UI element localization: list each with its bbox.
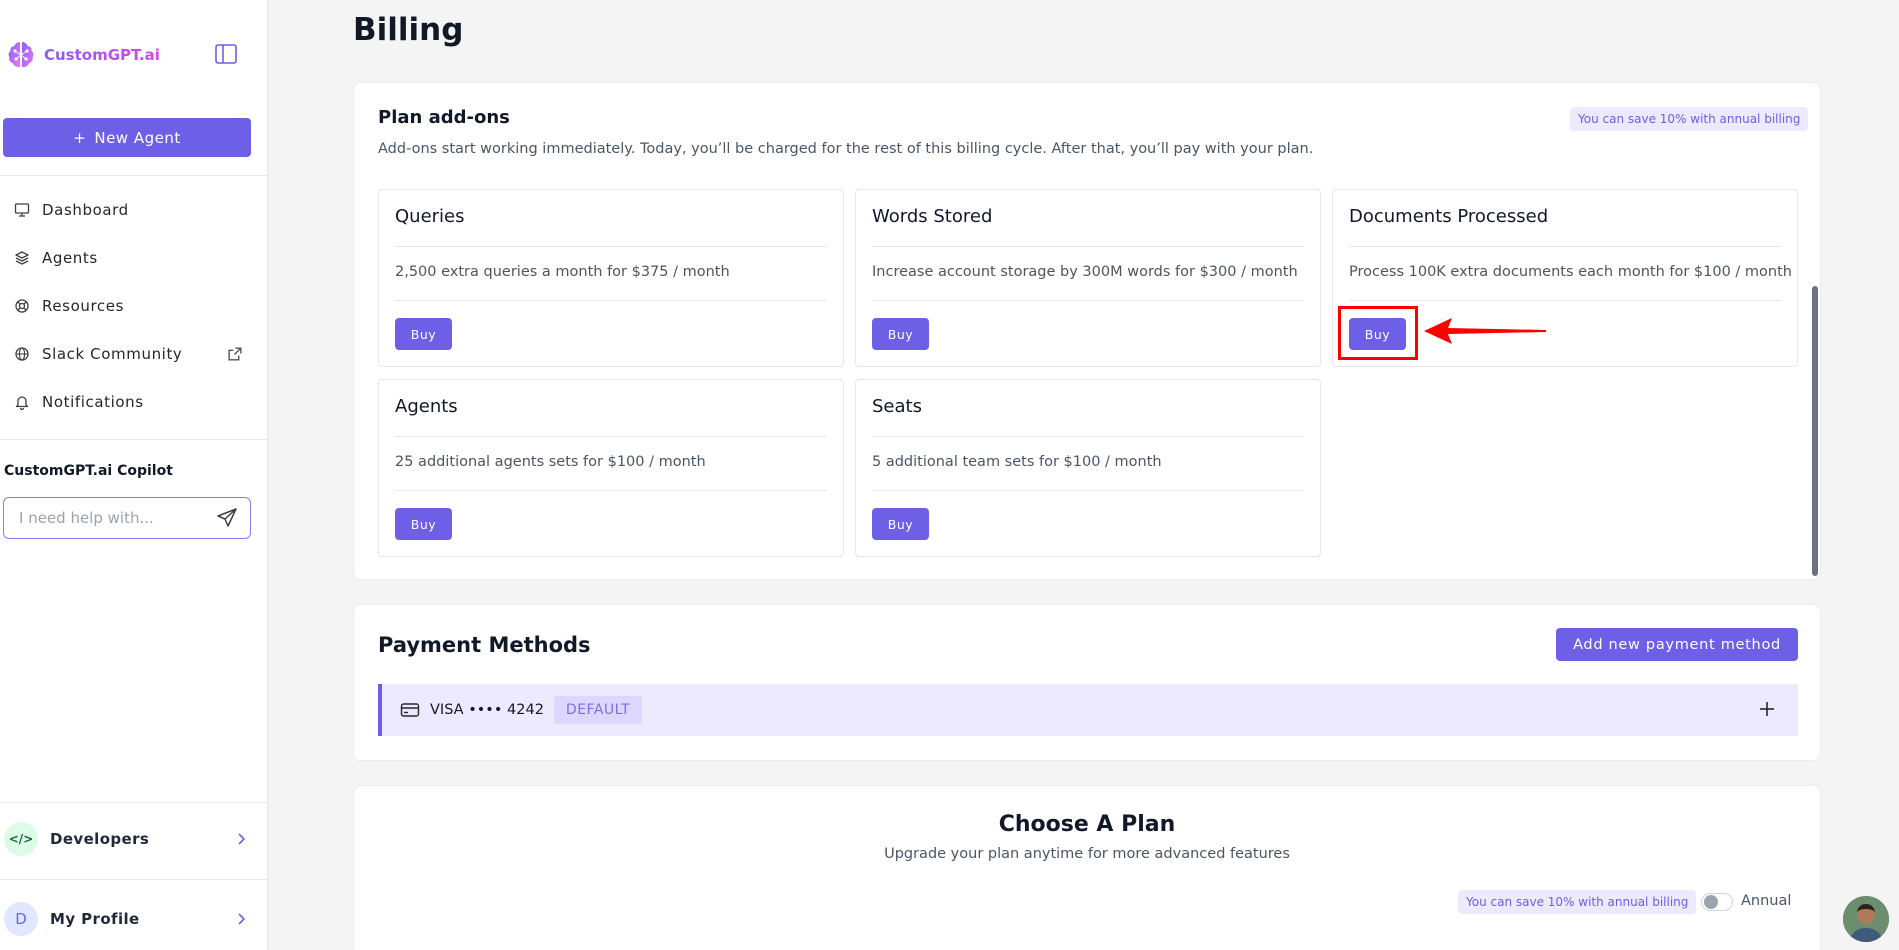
support-avatar[interactable] (1843, 896, 1889, 942)
choose-plan-title: Choose A Plan (998, 812, 1176, 837)
sidebar-item-label: Slack Community (42, 345, 183, 363)
default-badge: DEFAULT (553, 696, 643, 724)
toggle-knob (1704, 895, 1718, 909)
code-icon: </> (4, 822, 38, 856)
globe-icon (15, 347, 29, 361)
sidebar-divider (0, 439, 268, 440)
buy-seats-button[interactable]: Buy (872, 508, 929, 540)
copilot-title: CustomGPT.ai Copilot (4, 463, 173, 479)
sidebar-item-label: Resources (42, 297, 125, 315)
sidebar-divider (0, 879, 268, 880)
layers-icon (15, 251, 29, 265)
copilot-input-box (3, 497, 251, 539)
addon-title: Seats (872, 396, 922, 417)
lifebuoy-icon (15, 299, 29, 313)
sidebar-divider (0, 802, 268, 803)
addon-divider (872, 436, 1304, 437)
plus-icon: + (73, 128, 87, 147)
new-agent-button[interactable]: + New Agent (3, 118, 251, 157)
brand[interactable]: CustomGPT.ai (4, 36, 160, 74)
dashboard-icon (14, 203, 30, 217)
buy-words-stored-button[interactable]: Buy (872, 318, 929, 350)
addon-title: Words Stored (872, 206, 993, 227)
addon-title: Documents Processed (1349, 206, 1549, 227)
new-agent-label: New Agent (94, 128, 181, 147)
addon-seats: Seats 5 additional team sets for $100 / … (855, 379, 1321, 557)
send-icon[interactable] (216, 507, 238, 529)
addon-title: Agents (395, 396, 458, 417)
annual-toggle-label: Annual (1741, 893, 1792, 909)
sidebar-item-label: Dashboard (42, 201, 129, 219)
annotation-highlight-box (1338, 306, 1418, 360)
external-link-icon (228, 347, 242, 361)
addon-description: Increase account storage by 300M words f… (872, 264, 1298, 280)
annual-savings-badge: You can save 10% with annual billing (1458, 890, 1697, 914)
copilot-input[interactable] (19, 509, 216, 527)
sidebar-item-resources[interactable]: Resources (0, 282, 268, 330)
addon-divider (872, 300, 1304, 301)
buy-queries-button[interactable]: Buy (395, 318, 452, 350)
add-payment-method-button[interactable]: Add new payment method (1556, 628, 1798, 661)
payment-methods-card: Payment Methods Add new payment method V… (353, 604, 1821, 761)
addon-description: 2,500 extra queries a month for $375 / m… (395, 264, 730, 280)
choose-plan-card: Choose A Plan Upgrade your plan anytime … (353, 785, 1821, 950)
sidebar-item-slack-community[interactable]: Slack Community (0, 330, 268, 378)
addon-divider (872, 246, 1304, 247)
addon-words-stored: Words Stored Increase account storage by… (855, 189, 1321, 367)
bell-icon (15, 396, 29, 410)
annual-savings-badge: You can save 10% with annual billing (1570, 107, 1809, 131)
sidebar-item-dashboard[interactable]: Dashboard (0, 186, 268, 234)
sidebar-item-label: Notifications (42, 393, 144, 411)
sidebar-item-agents[interactable]: Agents (0, 234, 268, 282)
addon-agents: Agents 25 additional agents sets for $10… (378, 379, 844, 557)
addons-heading: Plan add-ons (378, 107, 510, 128)
addon-queries: Queries 2,500 extra queries a month for … (378, 189, 844, 367)
annual-billing-toggle[interactable] (1701, 893, 1733, 911)
page-scrollbar[interactable] (1812, 286, 1818, 576)
payment-methods-heading: Payment Methods (378, 633, 591, 657)
addon-divider (1349, 300, 1781, 301)
addon-divider (395, 436, 827, 437)
addon-description: Process 100K extra documents each month … (1349, 264, 1792, 280)
plus-icon[interactable] (1758, 700, 1776, 718)
developers-label: Developers (50, 830, 150, 848)
developers-row[interactable]: </> Developers (0, 818, 268, 860)
addon-description: 25 additional agents sets for $100 / mon… (395, 454, 706, 470)
addon-divider (395, 490, 827, 491)
chevron-right-icon (238, 913, 246, 925)
addon-title: Queries (395, 206, 465, 227)
credit-card-icon (400, 703, 420, 717)
annotation-arrow-icon (1424, 318, 1546, 344)
addon-divider (872, 490, 1304, 491)
sidebar-divider (0, 175, 268, 176)
payment-method-label: VISA •••• 4242 (430, 702, 544, 718)
brain-logo-icon (8, 42, 34, 68)
addon-divider (395, 300, 827, 301)
avatar: D (4, 902, 38, 936)
chevron-right-icon (238, 833, 246, 845)
addons-description: Add-ons start working immediately. Today… (378, 141, 1314, 157)
sidebar-toggle-icon[interactable] (215, 44, 237, 64)
addon-divider (1349, 246, 1781, 247)
page-title: Billing (353, 12, 464, 48)
my-profile-label: My Profile (50, 910, 140, 928)
buy-agents-button[interactable]: Buy (395, 508, 452, 540)
sidebar-nav: Dashboard Agents Resources Slack Communi… (0, 186, 268, 426)
payment-method-row[interactable]: VISA •••• 4242 DEFAULT (378, 684, 1798, 736)
choose-plan-subtitle: Upgrade your plan anytime for more advan… (884, 846, 1290, 862)
my-profile-row[interactable]: D My Profile (0, 898, 268, 940)
addon-description: 5 additional team sets for $100 / month (872, 454, 1162, 470)
sidebar: CustomGPT.ai + New Agent Dashboard Agent… (0, 0, 268, 950)
plan-addons-card: Plan add-ons Add-ons start working immed… (353, 82, 1821, 580)
person-avatar-icon (1843, 896, 1889, 942)
sidebar-item-notifications[interactable]: Notifications (0, 378, 268, 426)
brand-name: CustomGPT.ai (44, 46, 160, 64)
addon-divider (395, 246, 827, 247)
sidebar-item-label: Agents (42, 249, 98, 267)
